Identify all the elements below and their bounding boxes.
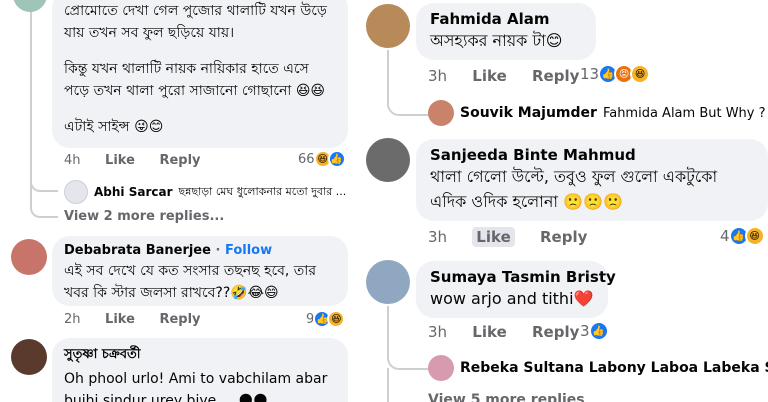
reply-connector bbox=[387, 50, 429, 116]
avatar bbox=[428, 355, 454, 381]
like-button[interactable]: Like bbox=[472, 323, 506, 341]
timestamp[interactable]: 3h bbox=[428, 67, 447, 85]
reply-connector bbox=[387, 306, 429, 370]
view-more-replies-link[interactable]: View 2 more replies... bbox=[64, 209, 224, 224]
reply-preview[interactable]: Souvik Majumder Fahmida Alam But Why ? bbox=[428, 100, 766, 126]
comment-actions: 3h Like Reply bbox=[428, 323, 599, 341]
reaction-summary[interactable]: 4 👍 😆 bbox=[720, 226, 765, 246]
avatar[interactable] bbox=[366, 4, 410, 48]
comment-text: থালা গেলো উল্টে, তবুও ফুল গুলো একটুকো এদ… bbox=[430, 167, 718, 211]
reply-button[interactable]: Reply bbox=[540, 228, 587, 246]
timestamp[interactable]: 3h bbox=[428, 228, 447, 246]
comment-author[interactable]: Sumaya Tasmin Bristy bbox=[430, 268, 616, 286]
reply-snippet: ছন্নছাড়া মেঘ ধুলোকনার মতো দুবার ... bbox=[178, 184, 347, 198]
comment-bubble: Fahmida Alam অসহ্যকর নায়ক টা😊 bbox=[416, 3, 596, 60]
laughing-emoji-icon: 😆 bbox=[744, 226, 765, 246]
reply-button[interactable]: Reply bbox=[532, 67, 579, 85]
follow-button[interactable]: Follow bbox=[225, 243, 272, 258]
thumbs-up-icon: 👍 bbox=[327, 150, 346, 168]
laughing-emoji-icon: 😆 bbox=[630, 64, 651, 84]
comment-author[interactable]: Debabrata Banerjee bbox=[64, 243, 211, 258]
reply-button[interactable]: Reply bbox=[159, 312, 200, 327]
timestamp[interactable]: 3h bbox=[428, 323, 447, 341]
reaction-count: 66 bbox=[298, 151, 315, 167]
comment-text: অসহ্যকর নায়ক টা😊 bbox=[430, 31, 563, 50]
separator: · bbox=[215, 243, 221, 258]
comment-text: প্রোমোতে দেখা গেল পুজোর থালাটি যখন উড়ে … bbox=[64, 3, 327, 135]
comment-bubble: Sanjeeda Binte Mahmud থালা গেলো উল্টে, ত… bbox=[416, 139, 768, 221]
avatar[interactable] bbox=[11, 339, 47, 375]
reply-connector bbox=[30, 200, 58, 218]
avatar[interactable] bbox=[11, 239, 47, 275]
reaction-summary[interactable]: 66 😆 👍 bbox=[298, 150, 346, 168]
comment-text: Oh phool urlo! Ami to vabchilam abar buj… bbox=[64, 371, 328, 402]
comment-text: এই সব দেখে যে কত সংসার তছনছ হবে, তার খবর… bbox=[64, 263, 317, 301]
comment-actions: 3h Like Reply bbox=[428, 227, 607, 247]
reply-button[interactable]: Reply bbox=[159, 153, 200, 168]
comment-actions: 2h Like Reply bbox=[64, 312, 221, 327]
comment-bubble: Debabrata Banerjee · Follow এই সব দেখে য… bbox=[52, 236, 348, 306]
thread-line bbox=[387, 368, 389, 402]
like-button[interactable]: Like bbox=[105, 153, 135, 168]
comment-author[interactable]: Fahmida Alam bbox=[430, 10, 582, 28]
comment-actions: 3h Like Reply bbox=[428, 67, 599, 85]
reply-connector bbox=[30, 170, 58, 192]
like-button[interactable]: Like bbox=[105, 312, 135, 327]
comment-bubble: Sumaya Tasmin Bristy wow arjo and tithi❤… bbox=[416, 261, 616, 318]
reaction-count: 13 bbox=[580, 65, 600, 83]
left-comment-column: প্রোমোতে দেখা গেল পুজোর থালাটি যখন উড়ে … bbox=[0, 0, 362, 402]
comment-author[interactable]: সুতৃষ্ণা চক্রবর্তী bbox=[64, 345, 336, 366]
like-button[interactable]: Like bbox=[472, 227, 515, 247]
view-more-replies-link[interactable]: View 5 more replies bbox=[428, 392, 585, 402]
reply-snippet: Fahmida Alam But Why ? bbox=[602, 105, 766, 121]
comment-actions: 4h Like Reply bbox=[64, 153, 221, 168]
reaction-summary[interactable]: 3 👍 bbox=[580, 321, 609, 341]
thumbs-up-icon: 👍 bbox=[588, 321, 609, 341]
timestamp[interactable]: 2h bbox=[64, 312, 81, 327]
comment-author-row: Debabrata Banerjee · Follow bbox=[64, 243, 336, 258]
reply-author[interactable]: Souvik Majumder bbox=[460, 105, 597, 121]
comment-text: wow arjo and tithi❤️ bbox=[430, 289, 594, 308]
comment-author[interactable]: Sanjeeda Binte Mahmud bbox=[430, 146, 754, 164]
reaction-summary[interactable]: 9 👍 😆 bbox=[306, 310, 346, 328]
reply-preview[interactable]: Rebeka Sultana Labony Laboa Labeka Sulta… bbox=[428, 355, 768, 381]
right-comment-column: Fahmida Alam অসহ্যকর নায়ক টা😊 3h Like R… bbox=[362, 0, 768, 402]
reply-button[interactable]: Reply bbox=[532, 323, 579, 341]
laughing-emoji-icon: 😆 bbox=[327, 310, 346, 328]
avatar[interactable] bbox=[366, 138, 410, 182]
reply-author[interactable]: Rebeka Sultana Labony Laboa Labeka Sulta… bbox=[460, 360, 768, 376]
avatar bbox=[428, 100, 454, 126]
avatar[interactable] bbox=[366, 260, 410, 304]
avatar[interactable] bbox=[13, 0, 47, 12]
reply-author[interactable]: Abhi Sarcar bbox=[94, 185, 173, 199]
avatar bbox=[64, 180, 88, 204]
like-button[interactable]: Like bbox=[472, 67, 506, 85]
reply-preview[interactable]: Abhi Sarcar ছন্নছাড়া মেঘ ধুলোকনার মতো দ… bbox=[64, 180, 346, 204]
comment-bubble: সুতৃষ্ণা চক্রবর্তী Oh phool urlo! Ami to… bbox=[52, 338, 348, 402]
reaction-summary[interactable]: 13 👍 😡 😆 bbox=[580, 64, 651, 84]
timestamp[interactable]: 4h bbox=[64, 153, 81, 168]
comment-bubble: প্রোমোতে দেখা গেল পুজোর থালাটি যখন উড়ে … bbox=[52, 0, 348, 148]
